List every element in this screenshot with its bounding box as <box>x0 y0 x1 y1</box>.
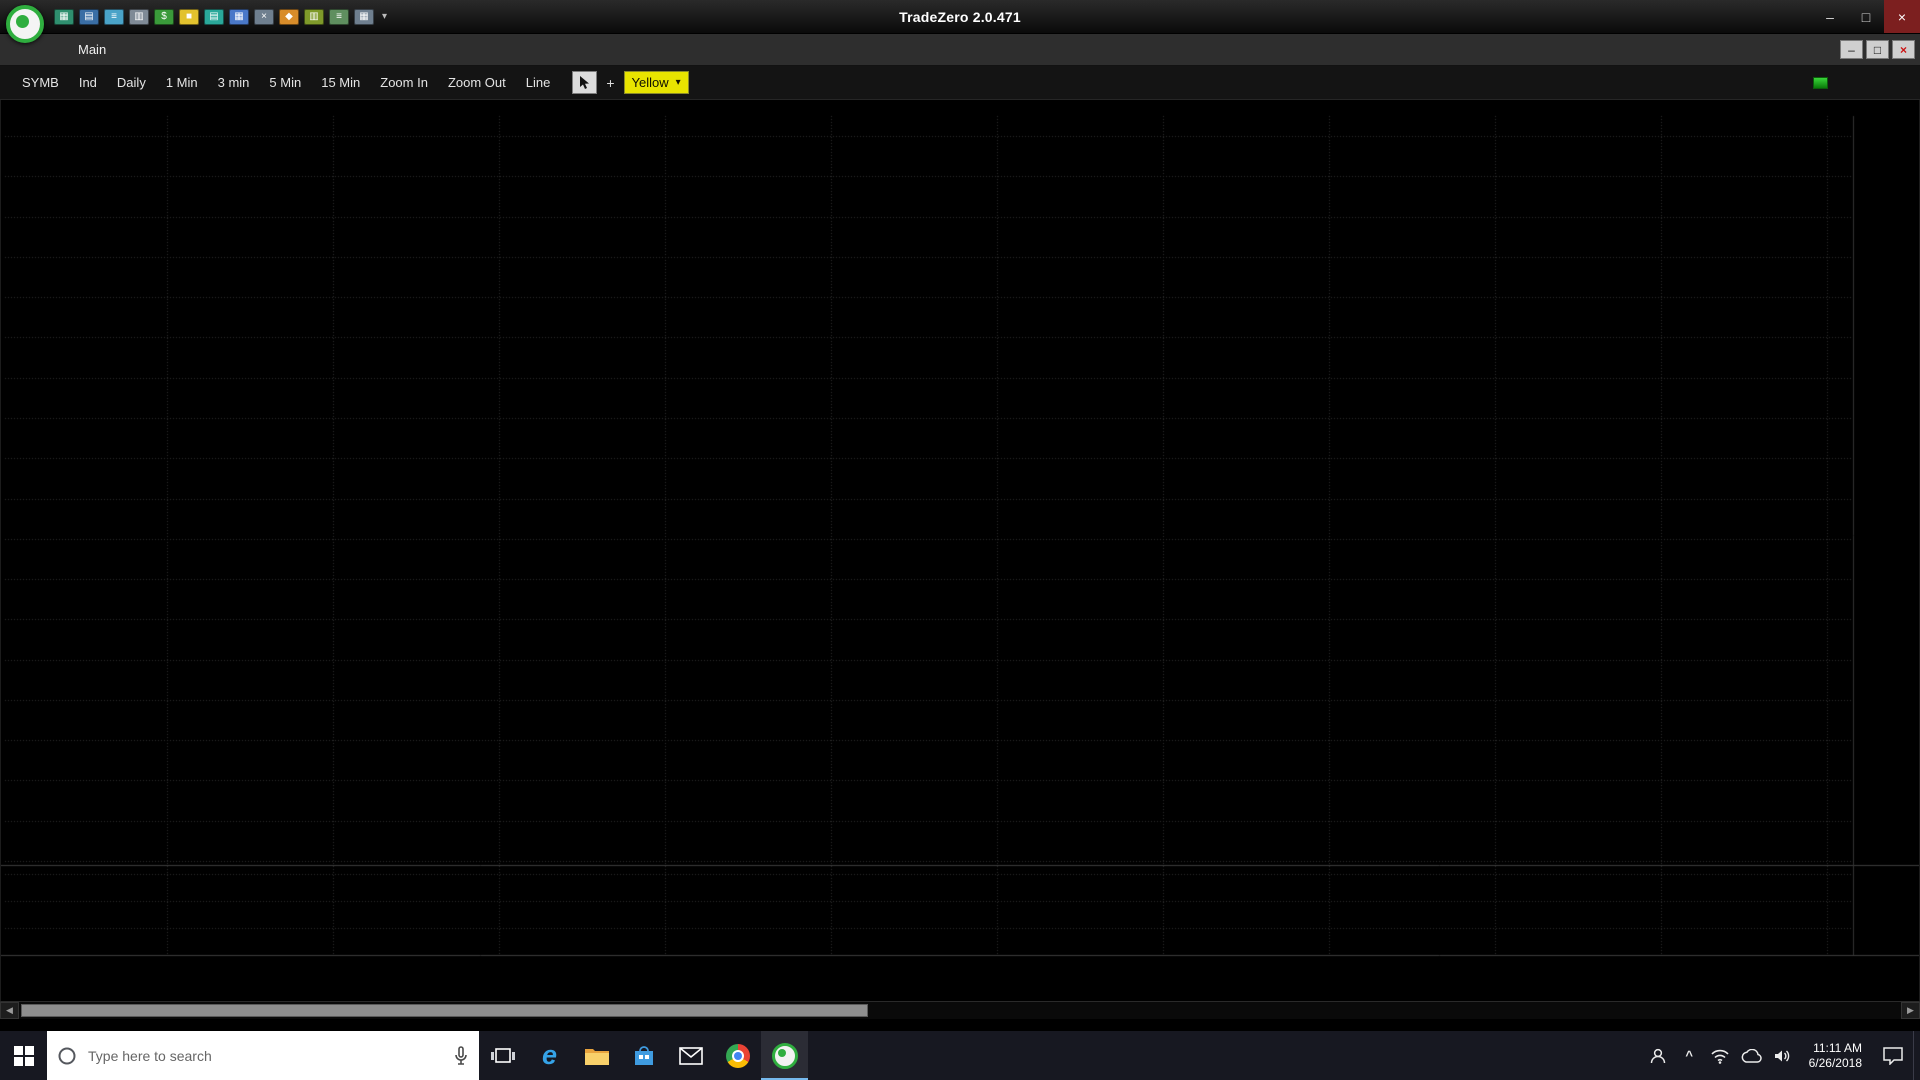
cursor-tool-button[interactable] <box>572 71 598 94</box>
action-center-button[interactable] <box>1873 1031 1913 1080</box>
clock-time: 11:11 AM <box>1813 1040 1862 1055</box>
titlebar-overflow-chevron[interactable]: ▾ <box>382 11 387 22</box>
edge-icon: e <box>541 1040 558 1070</box>
titlebar-icon-options[interactable]: ◆ <box>279 8 299 25</box>
titlebar-icon-positions[interactable]: ▥ <box>304 8 324 25</box>
titlebar-icon-connection[interactable]: ▦ <box>54 8 74 25</box>
maximize-button[interactable]: □ <box>1848 0 1884 33</box>
chart-status-marker <box>1813 76 1828 89</box>
scrollbar-thumb[interactable] <box>21 1004 868 1017</box>
speaker-icon <box>1775 1050 1790 1061</box>
chart-panel <box>0 100 1920 1001</box>
candlestick-chart-canvas[interactable] <box>1 100 1919 1001</box>
action-center-icon <box>1883 1046 1903 1065</box>
people-button[interactable] <box>1643 1031 1674 1080</box>
toolbar-item-zoom-out[interactable]: Zoom Out <box>438 75 516 90</box>
store-icon <box>634 1045 653 1065</box>
tradezero-logo <box>6 5 44 43</box>
people-icon <box>1650 1048 1666 1063</box>
clock-date: 6/26/2018 <box>1808 1055 1862 1070</box>
color-selector-label: Yellow <box>631 75 669 90</box>
chrome-icon <box>725 1043 750 1068</box>
titlebar-icon-scanner[interactable]: × <box>254 8 274 25</box>
toolbar-item-15min[interactable]: 15 Min <box>311 75 370 90</box>
hidden-icons-chevron[interactable]: ^ <box>1674 1031 1705 1080</box>
app-title-bar: ▦ ▤ ≡ ▥ $ ■ ▤ ▦ × ◆ ▥ ≡ ▦ ▾ TradeZero 2.0.471 – □ × <box>0 0 1920 43</box>
toolbar-item-daily[interactable]: Daily <box>107 75 156 90</box>
taskbar-app-mail[interactable] <box>667 1031 714 1080</box>
titlebar-icon-settings[interactable]: ▦ <box>354 8 374 25</box>
system-tray: ^ 11:11 AM 6/26/2018 <box>1643 1031 1920 1080</box>
windows-taskbar: e <box>0 1031 1920 1080</box>
volume-button[interactable] <box>1767 1031 1798 1080</box>
task-view-button[interactable] <box>479 1031 526 1080</box>
titlebar-app-icons: ▦ ▤ ≡ ▥ $ ■ ▤ ▦ × ◆ ▥ ≡ ▦ <box>54 8 374 25</box>
taskbar-app-edge[interactable]: e <box>526 1031 573 1080</box>
taskbar-search-box[interactable] <box>47 1031 479 1080</box>
microphone-icon[interactable] <box>453 1045 469 1066</box>
desktop-screen: ▦ ▤ ≡ ▥ $ ■ ▤ ▦ × ◆ ▥ ≡ ▦ ▾ TradeZero 2.0.471 – □ × … <box>0 0 1920 1080</box>
taskbar-app-store[interactable] <box>620 1031 667 1080</box>
scroll-left-arrow[interactable]: ◀ <box>0 1002 19 1019</box>
wifi-icon <box>1711 1049 1729 1064</box>
show-desktop-button[interactable] <box>1913 1031 1920 1080</box>
windows-logo-icon <box>13 1045 34 1066</box>
titlebar-icon-account[interactable]: $ <box>154 8 174 25</box>
scrollbar-track[interactable] <box>19 1002 1901 1019</box>
titlebar-icon-chart[interactable]: ▤ <box>79 8 99 25</box>
scroll-right-arrow[interactable]: ▶ <box>1901 1002 1920 1019</box>
chart-horizontal-scrollbar: ◀ ▶ <box>0 1001 1920 1019</box>
window-controls: – □ × <box>1812 0 1920 33</box>
mdi-minimize-button[interactable]: – <box>1840 40 1863 59</box>
mdi-close-button[interactable]: × <box>1892 40 1915 59</box>
close-button[interactable]: × <box>1884 0 1920 33</box>
mdi-window-controls: – □ × <box>1840 40 1915 59</box>
mdi-tab-main[interactable]: Main <box>78 42 106 57</box>
app-window-bottom-edge <box>0 1019 1920 1031</box>
chart-toolbar: SYMB Ind Daily 1 Min 3 min 5 Min 15 Min … <box>0 66 1920 100</box>
color-selector-dropdown[interactable]: Yellow ▾ <box>623 71 689 94</box>
toolbar-item-1min[interactable]: 1 Min <box>156 75 208 90</box>
toolbar-item-ind[interactable]: Ind <box>69 75 107 90</box>
taskbar-app-chrome[interactable] <box>714 1031 761 1080</box>
taskbar-app-tradezero[interactable] <box>761 1031 808 1080</box>
toolbar-item-5min[interactable]: 5 Min <box>259 75 311 90</box>
cortana-icon <box>58 1047 76 1064</box>
add-study-button[interactable]: + <box>597 75 623 91</box>
mail-icon <box>678 1046 703 1065</box>
titlebar-icon-history[interactable]: ≡ <box>329 8 349 25</box>
chevron-down-icon: ▾ <box>675 77 681 88</box>
titlebar-icon-time-sales[interactable]: ▤ <box>204 8 224 25</box>
app-title: TradeZero 2.0.471 <box>899 8 1021 25</box>
titlebar-icon-orders[interactable]: ▦ <box>229 8 249 25</box>
toolbar-item-zoom-in[interactable]: Zoom In <box>370 75 438 90</box>
toolbar-item-symb[interactable]: SYMB <box>12 75 69 90</box>
start-button[interactable] <box>0 1031 47 1080</box>
tradezero-taskbar-icon <box>771 1042 798 1069</box>
toolbar-item-line[interactable]: Line <box>516 75 561 90</box>
onedrive-button[interactable] <box>1736 1031 1767 1080</box>
taskbar-clock[interactable]: 11:11 AM 6/26/2018 <box>1798 1031 1873 1080</box>
mdi-restore-button[interactable]: □ <box>1866 40 1889 59</box>
cloud-icon <box>1741 1048 1762 1063</box>
taskbar-app-file-explorer[interactable] <box>573 1031 620 1080</box>
cursor-icon <box>579 75 589 89</box>
network-button[interactable] <box>1705 1031 1736 1080</box>
toolbar-item-3min[interactable]: 3 min <box>208 75 260 90</box>
titlebar-icon-level2[interactable]: ≡ <box>104 8 124 25</box>
task-view-icon <box>490 1047 515 1063</box>
search-input[interactable] <box>86 1046 444 1065</box>
titlebar-icon-news[interactable]: ■ <box>179 8 199 25</box>
titlebar-icon-watchlist[interactable]: ▥ <box>129 8 149 25</box>
mdi-bar: Main – □ × <box>0 34 1920 66</box>
file-explorer-icon <box>584 1048 609 1065</box>
minimize-button[interactable]: – <box>1812 0 1848 33</box>
